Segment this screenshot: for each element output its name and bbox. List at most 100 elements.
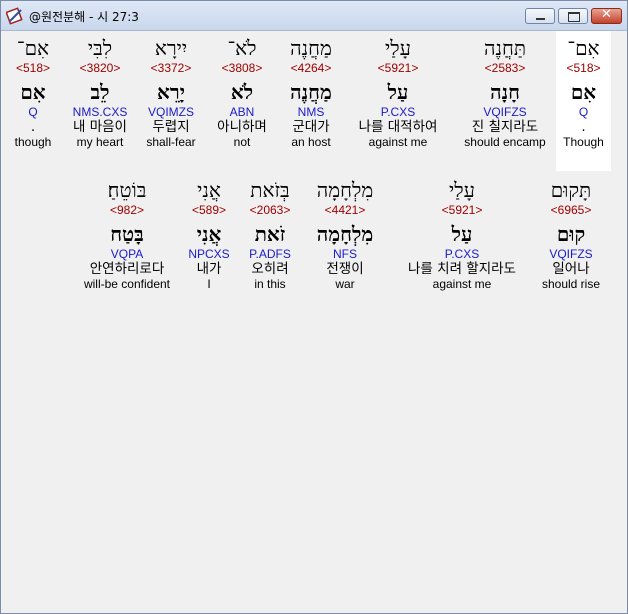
morph-code: NPCXS (188, 247, 230, 261)
strong-number[interactable]: <2583> (455, 61, 555, 75)
strong-number[interactable]: <982> (77, 203, 177, 217)
morph-code: NFS (333, 247, 357, 261)
strong-number[interactable]: <3372> (143, 61, 199, 75)
morph-code: Q (28, 105, 38, 119)
word-card[interactable]: אִם־ <518> אִם Q . though (7, 37, 59, 149)
strong-number[interactable]: <6965> (536, 203, 606, 217)
close-button[interactable]: ✕ (591, 7, 622, 24)
korean-gloss: 나를 치려 할지라도 (408, 261, 516, 277)
english-gloss: Though (563, 135, 604, 149)
morph-code: ABN (229, 105, 255, 119)
morph-code: VQIMZS (147, 105, 194, 119)
strong-number[interactable]: <518> (556, 61, 611, 75)
minimize-button[interactable] (525, 8, 555, 24)
word-card[interactable]: אִם־ <518> אִם Q . Though (556, 37, 611, 149)
root-word: מִלְחָמָה (316, 222, 374, 246)
word-card[interactable]: תָּקוּם <6965> קוּם VQIFZS 일어나 should ri… (536, 179, 606, 291)
hebrew-word: עָלַי (449, 178, 475, 202)
title-bar[interactable]: @원전분해 - 시 27:3 ✕ (1, 1, 627, 31)
strong-number[interactable]: <5921> (395, 203, 529, 217)
close-icon: ✕ (601, 7, 612, 22)
root-word: חָנָה (490, 80, 520, 104)
morph-code: P.CXS (380, 105, 416, 119)
english-gloss: though (14, 135, 52, 149)
hebrew-word: לֹא־ (227, 36, 257, 60)
english-gloss: my heart (76, 135, 124, 149)
word-card[interactable]: תַּחֲנֶה <2583> חָנָה VQIFZS 진 칠지라도 shou… (455, 37, 555, 149)
english-gloss: will-be confident (83, 277, 171, 291)
strong-number[interactable]: <4421> (303, 203, 387, 217)
root-word: לֹא (230, 80, 254, 104)
root-word: לֵב (90, 80, 110, 104)
maximize-button[interactable] (558, 8, 588, 24)
word-card[interactable]: עָלַי <5921> עַל P.CXS 나를 대적하여 against m… (347, 37, 449, 149)
word-card[interactable]: עָלַי <5921> עַל P.CXS 나를 치려 할지라도 agains… (395, 179, 529, 291)
english-gloss: against me (368, 135, 428, 149)
root-word: יָרֵא (157, 80, 185, 104)
korean-gloss: 안연하리로다 (89, 261, 165, 277)
english-gloss: in this (254, 277, 286, 291)
strong-number[interactable]: <589> (183, 203, 235, 217)
root-word: קוּם (556, 222, 586, 246)
root-word: מַחֲנֶה (290, 80, 332, 104)
morph-code: VQIFZS (549, 247, 593, 261)
korean-gloss: 전쟁이 (326, 261, 364, 277)
root-word: זֹאת (254, 222, 286, 246)
english-gloss: should encamp (464, 135, 546, 149)
korean-gloss: 아니하며 (217, 119, 267, 135)
root-word: אֲנִי (196, 222, 222, 246)
hebrew-word: תָּקוּם (550, 178, 592, 202)
english-gloss: an host (291, 135, 331, 149)
strong-number[interactable]: <5921> (347, 61, 449, 75)
korean-gloss: . (30, 119, 36, 135)
strong-number[interactable]: <4264> (281, 61, 341, 75)
hebrew-word: מִלְחָמָה (316, 178, 374, 202)
korean-gloss: 진 칠지라도 (471, 119, 539, 135)
strong-number[interactable]: <2063> (239, 203, 301, 217)
morph-code: VQPA (110, 247, 144, 261)
english-gloss: not (233, 135, 251, 149)
word-card[interactable]: לֹא־ <3808> לֹא ABN 아니하며 not (213, 37, 271, 149)
word-card[interactable]: מַחֲנֶה <4264> מַחֲנֶה NMS 군대가 an host (281, 37, 341, 149)
hebrew-word: יִירָא (154, 36, 188, 60)
word-card[interactable]: יִירָא <3372> יָרֵא VQIMZS 두렵지 shall-fea… (143, 37, 199, 149)
root-word: עַל (387, 80, 409, 104)
word-card[interactable]: מִלְחָמָה <4421> מִלְחָמָה NFS 전쟁이 war (303, 179, 387, 291)
morph-code: NMS (297, 105, 325, 119)
strong-number[interactable]: <518> (7, 61, 59, 75)
korean-gloss: 내가 (196, 261, 222, 277)
window-title: @원전분해 - 시 27:3 (29, 10, 139, 24)
english-gloss: war (335, 277, 355, 291)
strong-number[interactable]: <3820> (67, 61, 133, 75)
hebrew-word: בְּזֹאת (250, 178, 290, 202)
hebrew-word: לִבִּי (87, 36, 113, 60)
morph-code: P.CXS (444, 247, 480, 261)
korean-gloss: 일어나 (552, 261, 590, 277)
app-window: @원전분해 - 시 27:3 ✕ אִם־ <518> אִם Q . Thou… (0, 0, 628, 614)
english-gloss: against me (432, 277, 492, 291)
root-word: עַל (451, 222, 473, 246)
root-word: אִם (20, 80, 46, 104)
hebrew-word: אֲנִי (197, 178, 221, 202)
hebrew-word: עָלַי (385, 36, 411, 60)
word-card[interactable]: לִבִּי <3820> לֵב NMS.CXS 내 마음이 my heart (67, 37, 133, 149)
strong-number[interactable]: <3808> (213, 61, 271, 75)
morph-code: NMS.CXS (72, 105, 128, 119)
word-card[interactable]: בּוֹטֵחַ׃ <982> בָּטַח VQPA 안연하리로다 will-… (77, 179, 177, 291)
book-pen-icon (6, 7, 23, 25)
morph-code: VQIFZS (483, 105, 527, 119)
root-word: בָּטַח (110, 222, 144, 246)
korean-gloss: 나를 대적하여 (358, 119, 438, 135)
morph-code: P.ADFS (249, 247, 291, 261)
english-gloss: I (207, 277, 211, 291)
hebrew-word: תַּחֲנֶה (483, 36, 527, 60)
root-word: אִם (570, 80, 597, 104)
hebrew-word: אִם־ (567, 36, 600, 60)
korean-gloss: 오히려 (251, 261, 289, 277)
korean-gloss: 군대가 (292, 119, 330, 135)
word-card[interactable]: בְּזֹאת <2063> זֹאת P.ADFS 오히려 in this (239, 179, 301, 291)
korean-gloss: 두렵지 (152, 119, 190, 135)
word-card[interactable]: אֲנִי <589> אֲנִי NPCXS 내가 I (183, 179, 235, 291)
english-gloss: shall-fear (146, 135, 196, 149)
hebrew-word: בּוֹטֵחַ׃ (107, 178, 147, 202)
